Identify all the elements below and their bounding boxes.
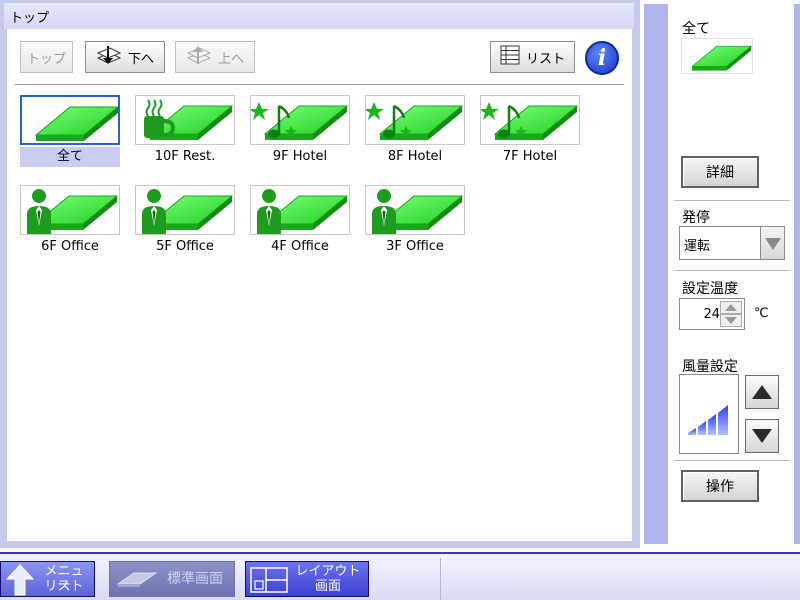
detail-button-label: 詳細 bbox=[706, 165, 734, 181]
hotel-music-icon bbox=[365, 95, 465, 145]
operate-button[interactable]: 操作 bbox=[681, 470, 759, 502]
up-button-label: 上へ bbox=[217, 51, 244, 67]
info-icon[interactable]: i bbox=[585, 41, 619, 75]
area-tile-9f[interactable]: 9F Hotel bbox=[250, 95, 350, 169]
spin-arrows-icon[interactable] bbox=[720, 301, 742, 327]
selected-area-label: 全て bbox=[682, 21, 710, 37]
layout-screen-button[interactable]: レイアウト 画面 bbox=[245, 561, 369, 597]
triangle-up-icon bbox=[752, 385, 772, 399]
top-button-label: トップ bbox=[26, 51, 66, 67]
office-person-icon bbox=[250, 185, 350, 235]
area-tile-10f[interactable]: 10F Rest. bbox=[135, 95, 235, 169]
power-select[interactable]: 運転 bbox=[679, 226, 785, 260]
hotel-music-icon bbox=[250, 95, 350, 145]
temperature-stepper[interactable]: 24 bbox=[679, 298, 745, 330]
chevron-down-icon[interactable] bbox=[760, 227, 784, 259]
area-tile-8f[interactable]: 8F Hotel bbox=[365, 95, 465, 169]
divider bbox=[440, 558, 441, 600]
divider bbox=[674, 270, 790, 271]
selected-floor-icon bbox=[681, 38, 753, 74]
arrow-up-icon bbox=[5, 564, 35, 596]
layers-up-icon bbox=[186, 44, 212, 70]
detail-button[interactable]: 詳細 bbox=[681, 156, 759, 188]
menu-label-line2: リスト bbox=[44, 579, 84, 594]
info-icon-glyph: i bbox=[597, 45, 607, 71]
down-button-label: 下へ bbox=[127, 51, 154, 67]
area-tile-6f[interactable]: 6F Office bbox=[20, 185, 120, 259]
control-panel: 全て 詳細 発停 運転 設定温度 24 ℃ 風量設定 操作 bbox=[668, 4, 794, 544]
area-tile-label: 7F Hotel bbox=[502, 149, 558, 164]
bottom-navigation: メニュー リスト 標準画面 レイアウト 画面 bbox=[0, 552, 800, 600]
layout-label-line2: 画面 bbox=[314, 579, 341, 594]
area-tile-label: 9F Hotel bbox=[272, 149, 328, 164]
power-value: 運転 bbox=[684, 239, 711, 254]
triangle-down-icon bbox=[752, 429, 772, 443]
office-person-icon bbox=[135, 185, 235, 235]
area-tile-label: 4F Office bbox=[271, 239, 329, 254]
temperature-unit: ℃ bbox=[754, 306, 769, 321]
area-tile-label: 全て bbox=[20, 147, 120, 167]
down-button[interactable]: 下へ bbox=[85, 41, 165, 73]
up-button[interactable]: 上へ bbox=[175, 41, 255, 73]
fan-up-button[interactable] bbox=[745, 375, 779, 409]
area-tile-3f[interactable]: 3F Office bbox=[365, 185, 465, 259]
restaurant-cup-icon bbox=[135, 95, 235, 145]
panel-title: トップ bbox=[4, 3, 634, 29]
standard-screen-button[interactable]: 標準画面 bbox=[109, 561, 235, 597]
area-tile-label: 10F Rest. bbox=[154, 149, 216, 164]
office-person-icon bbox=[365, 185, 465, 235]
list-button[interactable]: リスト bbox=[490, 41, 575, 73]
floor-icon bbox=[20, 95, 120, 145]
list-icon bbox=[500, 45, 520, 69]
top-button[interactable]: トップ bbox=[20, 41, 73, 73]
area-tile-label: 3F Office bbox=[386, 239, 444, 254]
office-person-icon bbox=[20, 185, 120, 235]
area-tile-label: 6F Office bbox=[41, 239, 99, 254]
layout-icon bbox=[250, 567, 288, 593]
fan-level-icon bbox=[679, 374, 739, 454]
fan-down-button[interactable] bbox=[745, 419, 779, 453]
operate-button-label: 操作 bbox=[706, 479, 734, 495]
area-tile-label: 8F Hotel bbox=[387, 149, 443, 164]
floor-plate-icon bbox=[116, 572, 158, 587]
layers-down-icon bbox=[96, 44, 122, 70]
list-button-label: リスト bbox=[525, 51, 565, 67]
hotel-music-icon bbox=[480, 95, 580, 145]
area-tile-label: 5F Office bbox=[156, 239, 214, 254]
area-tile-7f[interactable]: 7F Hotel bbox=[480, 95, 580, 169]
divider bbox=[674, 200, 790, 201]
temp-label: 設定温度 bbox=[682, 281, 738, 297]
standard-screen-label: 標準画面 bbox=[167, 571, 223, 587]
menu-list-button[interactable]: メニュー リスト bbox=[0, 561, 95, 597]
divider bbox=[674, 460, 790, 461]
area-tile-all[interactable]: 全て bbox=[20, 95, 120, 169]
area-tile-4f[interactable]: 4F Office bbox=[250, 185, 350, 259]
fan-label: 風量設定 bbox=[682, 359, 738, 375]
toolbar-divider bbox=[15, 84, 624, 85]
temperature-value: 24 bbox=[703, 307, 720, 322]
area-panel: トップ トップ 下へ 上へ リスト i 全て 10F Rest. 9F Hote… bbox=[0, 0, 640, 548]
area-view: トップ 下へ 上へ リスト i 全て 10F Rest. 9F Hotel 8F… bbox=[7, 29, 632, 541]
power-label: 発停 bbox=[682, 210, 710, 226]
layout-label-line1: レイアウト bbox=[295, 564, 361, 579]
area-tile-5f[interactable]: 5F Office bbox=[135, 185, 235, 259]
